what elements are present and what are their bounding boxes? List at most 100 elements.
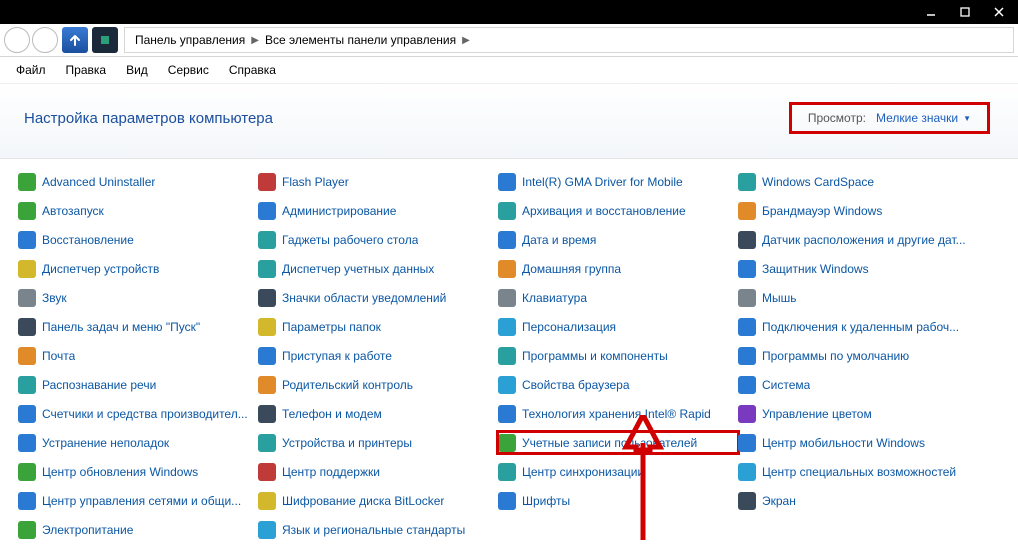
item-icon xyxy=(258,492,276,510)
item-label: Гаджеты рабочего стола xyxy=(282,233,418,247)
item-label: Распознавание речи xyxy=(42,378,156,392)
control-panel-item[interactable]: Программы и компоненты xyxy=(498,345,738,366)
control-panel-item[interactable]: Клавиатура xyxy=(498,287,738,308)
control-panel-item[interactable]: Администрирование xyxy=(258,200,498,221)
item-label: Брандмауэр Windows xyxy=(762,204,882,218)
item-icon xyxy=(258,231,276,249)
item-label: Панель задач и меню "Пуск" xyxy=(42,320,200,334)
breadcrumb-bar[interactable]: Панель управления ▶ Все элементы панели … xyxy=(124,27,1014,53)
control-panel-item[interactable]: Почта xyxy=(18,345,258,366)
control-panel-item[interactable]: Мышь xyxy=(738,287,978,308)
close-button[interactable] xyxy=(984,2,1014,22)
item-icon xyxy=(738,405,756,423)
control-panel-item[interactable]: Домашняя группа xyxy=(498,258,738,279)
item-label: Учетные записи пользователей xyxy=(522,436,697,450)
control-panel-item[interactable]: Система xyxy=(738,374,978,395)
control-panel-item[interactable]: Advanced Uninstaller xyxy=(18,171,258,192)
menu-file[interactable]: Файл xyxy=(6,60,56,80)
breadcrumb-item[interactable]: Все элементы панели управления xyxy=(261,33,460,47)
item-icon xyxy=(498,231,516,249)
item-icon xyxy=(258,463,276,481)
control-panel-item[interactable]: Звук xyxy=(18,287,258,308)
item-icon xyxy=(738,231,756,249)
control-panel-item[interactable]: Программы по умолчанию xyxy=(738,345,978,366)
item-label: Advanced Uninstaller xyxy=(42,175,155,189)
control-panel-item[interactable]: Intel(R) GMA Driver for Mobile xyxy=(498,171,738,192)
control-panel-item[interactable]: Дата и время xyxy=(498,229,738,250)
control-panel-item[interactable]: Параметры папок xyxy=(258,316,498,337)
control-panel-item[interactable]: Диспетчер учетных данных xyxy=(258,258,498,279)
control-panel-item[interactable]: Свойства браузера xyxy=(498,374,738,395)
item-label: Шифрование диска BitLocker xyxy=(282,494,444,508)
nav-back-button[interactable] xyxy=(4,27,30,53)
item-label: Счетчики и средства производител... xyxy=(42,407,248,421)
control-panel-item[interactable]: Шифрование диска BitLocker xyxy=(258,490,498,511)
control-panel-item[interactable]: Flash Player xyxy=(258,171,498,192)
control-panel-item[interactable]: Родительский контроль xyxy=(258,374,498,395)
control-panel-item[interactable]: Восстановление xyxy=(18,229,258,250)
breadcrumb-item[interactable]: Панель управления xyxy=(131,33,249,47)
control-panel-item[interactable]: Счетчики и средства производител... xyxy=(18,403,258,424)
item-icon xyxy=(738,318,756,336)
item-icon xyxy=(258,521,276,539)
control-panel-item[interactable]: Телефон и модем xyxy=(258,403,498,424)
control-panel-item[interactable]: Гаджеты рабочего стола xyxy=(258,229,498,250)
control-panel-item[interactable]: Устранение неполадок xyxy=(18,432,258,453)
item-icon xyxy=(498,173,516,191)
minimize-button[interactable] xyxy=(916,2,946,22)
menu-edit[interactable]: Правка xyxy=(56,60,117,80)
menu-tools[interactable]: Сервис xyxy=(158,60,219,80)
item-icon xyxy=(258,405,276,423)
control-panel-item[interactable]: Персонализация xyxy=(498,316,738,337)
item-icon xyxy=(18,289,36,307)
control-panel-item[interactable]: Центр синхронизации xyxy=(498,461,738,482)
control-panel-item[interactable]: Центр управления сетями и общи... xyxy=(18,490,258,511)
control-panel-item[interactable]: Защитник Windows xyxy=(738,258,978,279)
control-panel-item[interactable]: Датчик расположения и другие дат... xyxy=(738,229,978,250)
control-panel-item[interactable]: Экран xyxy=(738,490,978,511)
maximize-button[interactable] xyxy=(950,2,980,22)
item-label: Шрифты xyxy=(522,494,570,508)
item-label: Flash Player xyxy=(282,175,349,189)
item-icon xyxy=(18,173,36,191)
item-icon xyxy=(258,202,276,220)
menu-help[interactable]: Справка xyxy=(219,60,286,80)
control-panel-item[interactable]: Значки области уведомлений xyxy=(258,287,498,308)
item-icon xyxy=(498,318,516,336)
control-panel-item[interactable]: Центр поддержки xyxy=(258,461,498,482)
control-panel-item[interactable]: Автозапуск xyxy=(18,200,258,221)
control-panel-item[interactable]: Учетные записи пользователей xyxy=(498,432,738,453)
control-panel-item[interactable]: Центр обновления Windows xyxy=(18,461,258,482)
view-value-text: Мелкие значки xyxy=(876,111,958,125)
item-label: Значки области уведомлений xyxy=(282,291,446,305)
item-label: Экран xyxy=(762,494,796,508)
item-icon xyxy=(18,376,36,394)
item-label: Администрирование xyxy=(282,204,396,218)
item-icon xyxy=(738,202,756,220)
control-panel-item[interactable]: Windows CardSpace xyxy=(738,171,978,192)
control-panel-item[interactable]: Приступая к работе xyxy=(258,345,498,366)
control-panel-item[interactable]: Управление цветом xyxy=(738,403,978,424)
nav-forward-button[interactable] xyxy=(32,27,58,53)
control-panel-item[interactable]: Архивация и восстановление xyxy=(498,200,738,221)
control-panel-item[interactable]: Брандмауэр Windows xyxy=(738,200,978,221)
control-panel-item[interactable]: Панель задач и меню "Пуск" xyxy=(18,316,258,337)
view-selector-highlight: Просмотр: Мелкие значки ▼ xyxy=(789,102,990,134)
control-panel-item[interactable]: Центр мобильности Windows xyxy=(738,432,978,453)
control-panel-item[interactable]: Диспетчер устройств xyxy=(18,258,258,279)
item-label: Язык и региональные стандарты xyxy=(282,523,465,537)
item-icon xyxy=(498,376,516,394)
control-panel-item[interactable]: Центр специальных возможностей xyxy=(738,461,978,482)
control-panel-item[interactable]: Подключения к удаленным рабоч... xyxy=(738,316,978,337)
menu-view[interactable]: Вид xyxy=(116,60,158,80)
item-icon xyxy=(738,260,756,278)
item-label: Электропитание xyxy=(42,523,133,537)
item-icon xyxy=(498,463,516,481)
control-panel-item[interactable]: Технология хранения Intel® Rapid xyxy=(498,403,738,424)
control-panel-item[interactable]: Распознавание речи xyxy=(18,374,258,395)
control-panel-item[interactable]: Шрифты xyxy=(498,490,738,511)
control-panel-item[interactable]: Устройства и принтеры xyxy=(258,432,498,453)
view-dropdown[interactable]: Мелкие значки ▼ xyxy=(876,111,971,125)
control-panel-item[interactable]: Электропитание xyxy=(18,519,258,540)
control-panel-item[interactable]: Язык и региональные стандарты xyxy=(258,519,498,540)
